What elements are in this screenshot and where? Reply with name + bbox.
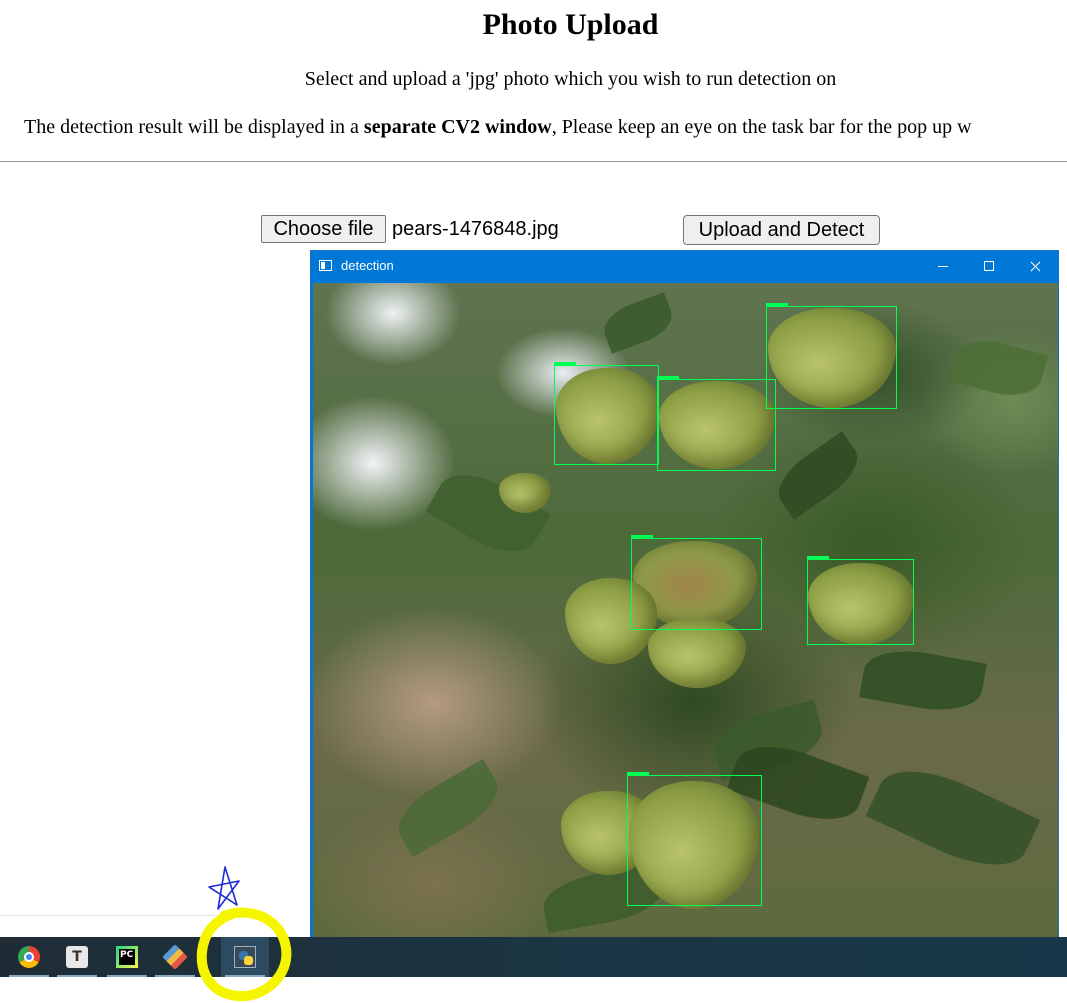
detection-window[interactable]: detection bbox=[310, 250, 1059, 940]
text-editor-icon: T bbox=[66, 946, 88, 968]
leaf bbox=[859, 642, 987, 719]
upload-instructions: Select and upload a 'jpg' photo which yo… bbox=[304, 68, 837, 90]
choose-file-button[interactable]: Choose file bbox=[261, 215, 386, 243]
detection-box bbox=[554, 362, 659, 465]
note-emphasis: separate CV2 window bbox=[363, 116, 552, 138]
detection-label bbox=[554, 362, 576, 366]
detection-window-title: detection bbox=[341, 258, 394, 273]
taskbar: T PC bbox=[0, 937, 1067, 977]
divider bbox=[0, 161, 1067, 162]
note-text-rest: , Please keep an eye on the task bar for… bbox=[551, 116, 972, 138]
detection-label bbox=[631, 535, 653, 539]
running-indicator bbox=[57, 975, 97, 977]
selected-file-name: pears-1476848.jpg bbox=[392, 218, 559, 240]
running-indicator bbox=[155, 975, 195, 977]
yellow-highlight-annotation bbox=[196, 907, 292, 1002]
pycharm-icon: PC bbox=[116, 946, 138, 968]
detection-image bbox=[313, 283, 1058, 939]
pycharm-glyph: PC bbox=[120, 950, 134, 960]
detection-label bbox=[657, 376, 679, 380]
detection-label bbox=[627, 772, 649, 776]
detection-box bbox=[766, 303, 897, 409]
page-title: Photo Upload bbox=[482, 8, 659, 41]
running-indicator bbox=[107, 975, 147, 977]
detection-label bbox=[766, 303, 788, 307]
detection-box bbox=[807, 556, 914, 645]
close-icon[interactable] bbox=[1012, 251, 1058, 281]
detection-note: The detection result will be displayed i… bbox=[24, 116, 1067, 139]
detection-box bbox=[627, 772, 762, 906]
git-icon bbox=[162, 944, 188, 970]
detection-box bbox=[631, 535, 762, 630]
detection-box bbox=[657, 376, 776, 471]
running-indicator bbox=[9, 975, 49, 977]
taskbar-item-chrome[interactable] bbox=[5, 937, 53, 977]
chrome-icon bbox=[18, 946, 40, 968]
detection-window-titlebar[interactable]: detection bbox=[311, 251, 1058, 281]
taskbar-item-pycharm[interactable]: PC bbox=[103, 937, 151, 977]
detection-label bbox=[807, 556, 829, 560]
leaf bbox=[598, 292, 678, 354]
minimize-icon[interactable] bbox=[920, 251, 966, 281]
window-app-icon bbox=[319, 260, 332, 271]
hand-drawn-star-annotation bbox=[208, 866, 240, 910]
leaf bbox=[865, 752, 1041, 884]
upload-and-detect-button[interactable]: Upload and Detect bbox=[683, 215, 880, 245]
leaf bbox=[948, 332, 1048, 404]
note-text: The detection result will be displayed i… bbox=[24, 116, 364, 138]
leaf bbox=[387, 758, 509, 858]
taskbar-item-text-editor[interactable]: T bbox=[53, 937, 101, 977]
taskbar-item-git[interactable] bbox=[151, 937, 199, 977]
maximize-icon[interactable] bbox=[966, 251, 1012, 281]
leaf bbox=[768, 431, 868, 520]
